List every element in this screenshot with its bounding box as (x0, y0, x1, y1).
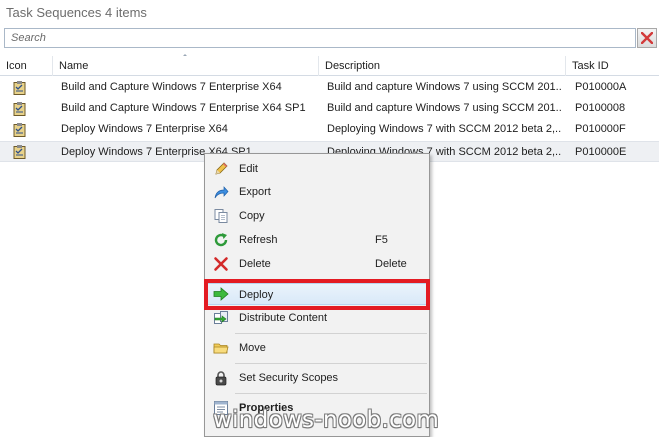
menu-separator (235, 363, 427, 364)
menu-item-label: Move (239, 342, 266, 354)
table-row[interactable]: Deploy Windows 7 Enterprise X64 Deployin… (0, 119, 659, 140)
deploy-highlight-box (204, 279, 430, 310)
menu-item-export[interactable]: Export (207, 181, 427, 203)
clear-search-button[interactable] (637, 28, 657, 48)
refresh-icon (214, 233, 228, 247)
distribute-content-icon (214, 311, 228, 324)
menu-item-label: Export (239, 186, 271, 198)
page-title: Task Sequences 4 items (6, 5, 147, 20)
export-arrow-icon (214, 186, 229, 199)
menu-item-set-security-scopes[interactable]: Set Security Scopes (207, 367, 427, 389)
search-input[interactable] (5, 29, 635, 47)
close-icon (641, 32, 653, 44)
menu-item-distribute-content[interactable]: Distribute Content (207, 307, 427, 329)
row-task-id: P010000A (575, 81, 627, 93)
row-description: Deploying Windows 7 with SCCM 2012 beta … (327, 123, 562, 135)
row-name: Build and Capture Windows 7 Enterprise X… (61, 102, 306, 114)
row-task-id: P0100008 (575, 102, 626, 114)
folder-icon (213, 343, 229, 354)
menu-item-delete[interactable]: Delete Delete (207, 253, 427, 275)
menu-item-label: Delete (239, 258, 271, 270)
menu-item-label: Refresh (239, 234, 278, 246)
menu-item-refresh[interactable]: Refresh F5 (207, 229, 427, 251)
copy-icon (214, 209, 228, 223)
column-header-icon[interactable]: Icon (0, 56, 53, 76)
column-header-name[interactable]: Name (53, 56, 319, 76)
column-header-description[interactable]: Description (319, 56, 566, 76)
menu-item-edit[interactable]: Edit (207, 158, 427, 180)
row-task-id: P010000E (575, 146, 627, 158)
menu-separator (235, 333, 427, 334)
search-bar (4, 28, 636, 48)
menu-item-label: Distribute Content (239, 312, 328, 324)
menu-item-move[interactable]: Move (207, 337, 427, 359)
menu-item-copy[interactable]: Copy (207, 205, 427, 227)
menu-item-label: Set Security Scopes (239, 372, 339, 384)
menu-item-label: Copy (239, 210, 265, 222)
watermark: windows-noob.com (213, 407, 440, 433)
menu-item-shortcut: F5 (375, 234, 388, 246)
lock-icon (215, 371, 227, 386)
table-row[interactable]: Build and Capture Windows 7 Enterprise X… (0, 98, 659, 119)
task-sequence-icon (13, 102, 26, 116)
column-header-task-id[interactable]: Task ID (566, 56, 659, 76)
task-sequence-icon (13, 123, 26, 137)
row-name: Build and Capture Windows 7 Enterprise X… (61, 81, 282, 93)
row-name: Deploy Windows 7 Enterprise X64 (61, 123, 228, 135)
row-description: Build and capture Windows 7 using SCCM 2… (327, 81, 562, 93)
row-description: Build and capture Windows 7 using SCCM 2… (327, 102, 562, 114)
menu-item-label: Edit (239, 163, 258, 175)
task-sequence-icon (13, 145, 26, 159)
menu-item-shortcut: Delete (375, 258, 407, 270)
row-task-id: P010000F (575, 123, 626, 135)
list-header: Task Sequences 4 items (0, 0, 659, 26)
pencil-icon (215, 162, 228, 175)
grid-header: Icon Name Description Task ID (0, 56, 659, 76)
menu-separator (235, 393, 427, 394)
table-row[interactable]: Build and Capture Windows 7 Enterprise X… (0, 77, 659, 98)
task-sequence-icon (13, 81, 26, 95)
delete-x-icon (214, 257, 228, 271)
